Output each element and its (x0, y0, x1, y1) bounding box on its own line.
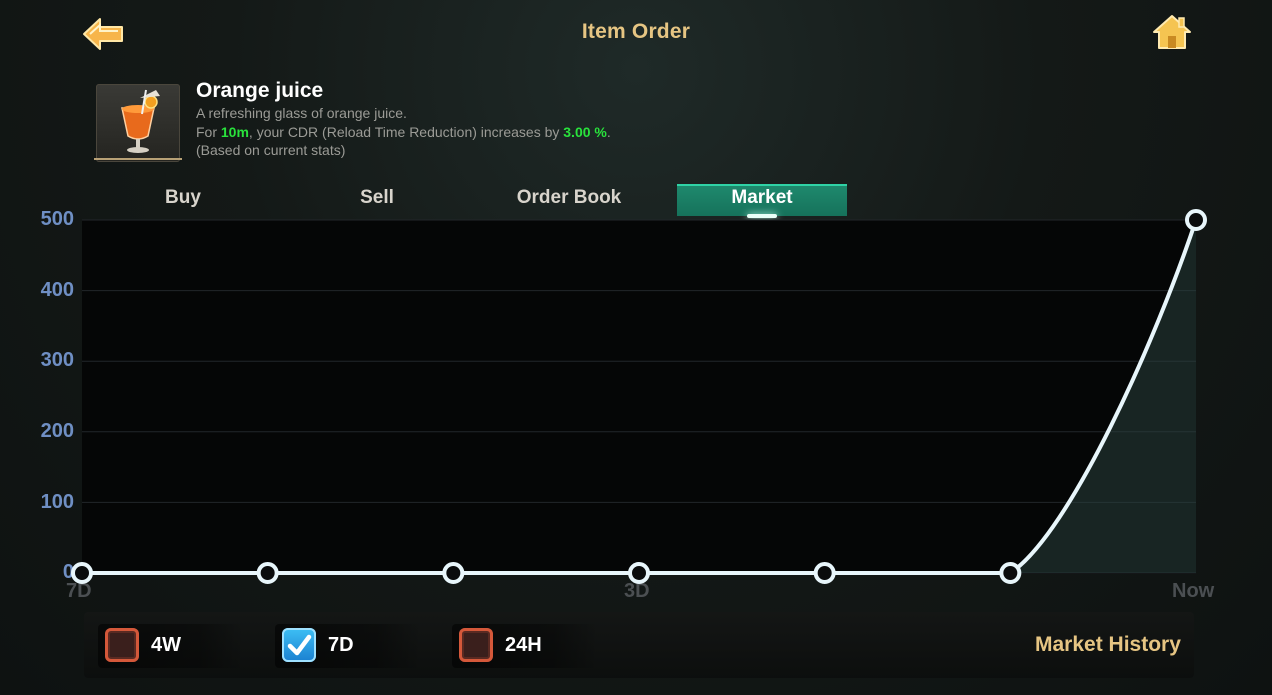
chart-plot-area (71, 209, 1207, 584)
data-point-4 (813, 562, 836, 584)
filter-7d-label: 7D (328, 634, 354, 656)
filter-7d[interactable]: 7D (275, 624, 421, 668)
filter-4w[interactable]: 4W (98, 624, 244, 668)
checkbox-4w-icon[interactable] (105, 628, 139, 662)
checkbox-24h-icon[interactable] (459, 628, 493, 662)
filter-4w-label: 4W (151, 634, 181, 656)
filter-24h-label: 24H (505, 634, 542, 656)
data-point-2 (442, 562, 465, 584)
checkmark-icon (287, 634, 312, 656)
data-point-0 (71, 562, 93, 584)
filter-24h[interactable]: 24H (452, 624, 598, 668)
data-point-1 (256, 562, 279, 584)
checkbox-7d-icon[interactable] (282, 628, 316, 662)
series-line (82, 219, 1198, 575)
data-point-3 (628, 562, 650, 584)
series-area-fill (1010, 220, 1196, 573)
data-point-5 (999, 562, 1022, 584)
market-history-link[interactable]: Market History (1035, 633, 1181, 657)
data-point-6 (1185, 209, 1207, 231)
bottom-bar (84, 612, 1194, 678)
